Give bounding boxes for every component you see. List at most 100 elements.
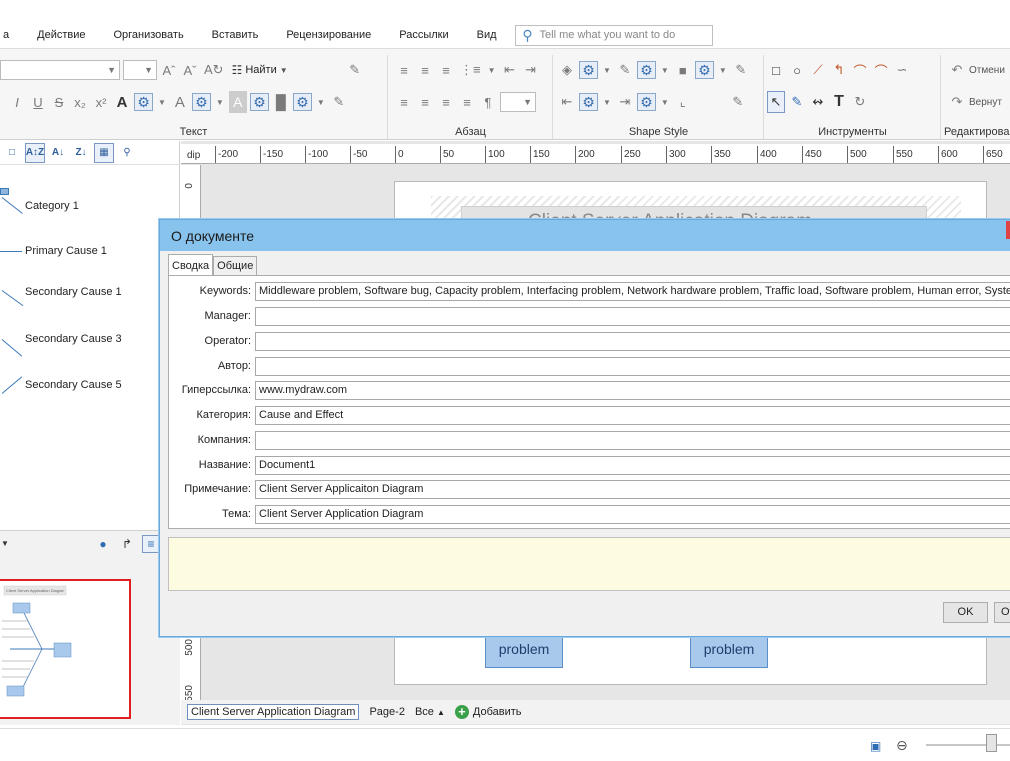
company-input[interactable] bbox=[255, 431, 1010, 450]
page-tab-2[interactable]: Page-2 bbox=[369, 706, 404, 718]
operator-input[interactable] bbox=[255, 332, 1010, 351]
font-size-combo[interactable]: ▼ bbox=[123, 60, 157, 80]
chevron-down-icon[interactable]: ▼ bbox=[659, 59, 671, 81]
font-family-combo[interactable]: ▼ bbox=[0, 60, 120, 80]
clear-format-icon[interactable]: A↻ bbox=[202, 59, 226, 81]
redo-label[interactable]: Вернут bbox=[969, 97, 1002, 108]
tree-item-secondary-cause-1[interactable]: Secondary Cause 1 bbox=[0, 284, 175, 324]
shadow-gear-icon[interactable]: ⚙ bbox=[292, 93, 312, 111]
spacing-combo[interactable]: ▼ bbox=[500, 92, 536, 112]
cancel-button[interactable]: От bbox=[994, 602, 1010, 623]
monitor-icon[interactable]: ▣ bbox=[870, 739, 881, 753]
zoom-fit-icon[interactable]: ● bbox=[94, 535, 112, 553]
tree-item-category-1[interactable]: Category 1 bbox=[0, 185, 175, 225]
shape-shadow-icon[interactable]: ■ bbox=[674, 59, 692, 81]
tree-item-secondary-cause-5[interactable]: Secondary Cause 5 bbox=[0, 376, 175, 417]
menu-item-view[interactable]: Вид bbox=[463, 22, 511, 48]
search-icon[interactable]: ⚲ bbox=[117, 143, 137, 163]
decrease-indent-icon[interactable]: ⇤ bbox=[501, 59, 519, 81]
subject-input[interactable]: Client Server Application Diagram bbox=[255, 505, 1010, 524]
zoom-slider-track[interactable] bbox=[926, 744, 1010, 746]
italic-icon[interactable]: I bbox=[8, 91, 26, 113]
tree-item-secondary-cause-3[interactable]: Secondary Cause 3 bbox=[0, 331, 175, 371]
fill-bucket-icon[interactable]: ◈ bbox=[558, 59, 576, 81]
chevron-down-icon[interactable]: ▼ bbox=[315, 91, 327, 113]
chevron-down-icon[interactable]: ▼ bbox=[717, 59, 729, 81]
highlight-gear-icon[interactable]: ⚙ bbox=[249, 93, 269, 111]
pencil-tool-icon[interactable]: ✎ bbox=[788, 91, 806, 113]
connector-tool-icon[interactable]: ↰ bbox=[830, 59, 848, 81]
strikethrough-icon[interactable]: S bbox=[50, 91, 68, 113]
properties-icon[interactable]: ▦ bbox=[94, 142, 114, 163]
arc-tool-icon[interactable]: ⌒ bbox=[851, 59, 869, 81]
pointer-tool-icon[interactable]: ↖ bbox=[767, 91, 785, 113]
text-brush-icon[interactable]: ✎ bbox=[330, 91, 348, 113]
align-right-icon[interactable]: ≡ bbox=[437, 91, 455, 113]
pilcrow-icon[interactable]: ¶ bbox=[479, 91, 497, 113]
line-tool-icon[interactable]: ⟋ bbox=[809, 59, 827, 81]
sort-za-icon[interactable]: Z↓ bbox=[71, 143, 91, 163]
end-arrow-gear-icon[interactable]: ⚙ bbox=[636, 93, 656, 111]
category-input[interactable]: Cause and Effect bbox=[255, 406, 1010, 425]
redo-icon[interactable]: ↷ bbox=[948, 91, 966, 113]
comments-input[interactable]: Client Server Applicaiton Diagram bbox=[255, 480, 1010, 499]
zoom-out-icon[interactable]: ⊖ bbox=[896, 737, 908, 754]
chevron-down-icon[interactable]: ▼ bbox=[659, 91, 671, 113]
undo-label[interactable]: Отмени bbox=[969, 65, 1005, 76]
font-color-gear-icon[interactable]: ⚙ bbox=[134, 93, 153, 111]
tree-item-primary-cause-1[interactable]: Primary Cause 1 bbox=[0, 239, 175, 263]
find-button[interactable]: ☷ Найти ▼ bbox=[229, 63, 291, 77]
dialog-titlebar[interactable]: О документе bbox=[160, 220, 1010, 251]
line-gear-icon[interactable]: ⚙ bbox=[636, 61, 656, 79]
rectangle-tool-icon[interactable]: □ bbox=[767, 59, 785, 81]
highlight-icon[interactable]: A bbox=[228, 91, 247, 113]
menu-item-insert[interactable]: Вставить bbox=[198, 22, 273, 48]
line-color-icon[interactable]: ✎ bbox=[616, 59, 634, 81]
expand-icon[interactable]: □ bbox=[2, 143, 22, 163]
title-input[interactable]: Document1 bbox=[255, 456, 1010, 475]
shrink-font-icon[interactable]: Aˇ bbox=[181, 59, 199, 81]
chevron-down-icon[interactable]: ▼ bbox=[601, 91, 613, 113]
align-center-icon[interactable]: ≡ bbox=[416, 91, 434, 113]
menu-item-review[interactable]: Рецензирование bbox=[272, 22, 385, 48]
increase-indent-icon[interactable]: ⇥ bbox=[522, 59, 540, 81]
superscript-icon[interactable]: x² bbox=[92, 91, 110, 113]
undo-icon[interactable]: ↶ bbox=[948, 59, 966, 81]
chevron-down-icon[interactable]: ▼ bbox=[486, 59, 498, 81]
hyperlink-input[interactable]: www.mydraw.com bbox=[255, 381, 1010, 400]
subscript-icon[interactable]: x₂ bbox=[71, 91, 89, 113]
fill-gear-icon[interactable]: ⚙ bbox=[579, 61, 598, 79]
lasso-tool-icon[interactable]: ↻ bbox=[851, 91, 869, 113]
keywords-input[interactable]: Middleware problem, Software bug, Capaci… bbox=[255, 282, 1010, 301]
tell-me-search[interactable]: ⚲ Tell me what you want to do bbox=[514, 24, 713, 46]
shadow-icon[interactable]: █ bbox=[272, 91, 290, 113]
freeform-tool-icon[interactable]: ∽ bbox=[893, 59, 911, 81]
align-left-icon[interactable]: ≡ bbox=[395, 91, 413, 113]
font-color-icon[interactable]: A bbox=[113, 91, 131, 113]
curve-tool-icon[interactable]: ⌒ bbox=[872, 59, 890, 81]
justify-icon[interactable]: ≡ bbox=[458, 91, 476, 113]
sort-az-icon[interactable]: A↕Z bbox=[25, 142, 45, 163]
begin-arrow-gear-icon[interactable]: ⚙ bbox=[579, 93, 598, 111]
align-bottom-icon[interactable]: ≡ bbox=[437, 59, 455, 81]
tab-general[interactable]: Общие bbox=[213, 256, 258, 275]
corner-icon[interactable]: ⌞ bbox=[674, 91, 692, 113]
format-painter-icon[interactable]: ✎ bbox=[346, 59, 364, 81]
align-top-icon[interactable]: ≡ bbox=[395, 59, 413, 81]
zoom-slider-thumb[interactable] bbox=[986, 734, 997, 752]
manager-input[interactable] bbox=[255, 307, 1010, 326]
add-page-button[interactable]: + Добавить bbox=[454, 705, 522, 719]
grow-font-icon[interactable]: Aˆ bbox=[160, 59, 178, 81]
underline-icon[interactable]: U bbox=[29, 91, 47, 113]
bullets-icon[interactable]: ⋮≡ bbox=[458, 59, 483, 81]
connector-icon[interactable]: ↱ bbox=[118, 535, 136, 553]
eraser-icon[interactable]: ✎ bbox=[729, 91, 747, 113]
text-outline-gear-icon[interactable]: ⚙ bbox=[191, 93, 211, 111]
tab-summary[interactable]: Сводка bbox=[168, 254, 214, 275]
end-arrow-icon[interactable]: ⇥ bbox=[616, 91, 634, 113]
menu-item-action[interactable]: Действие bbox=[23, 22, 99, 48]
menu-item-file[interactable]: а bbox=[0, 22, 23, 48]
connection-point-icon[interactable]: ↭ bbox=[809, 91, 827, 113]
ellipse-tool-icon[interactable]: ○ bbox=[788, 59, 806, 81]
begin-arrow-icon[interactable]: ⇤ bbox=[558, 91, 576, 113]
